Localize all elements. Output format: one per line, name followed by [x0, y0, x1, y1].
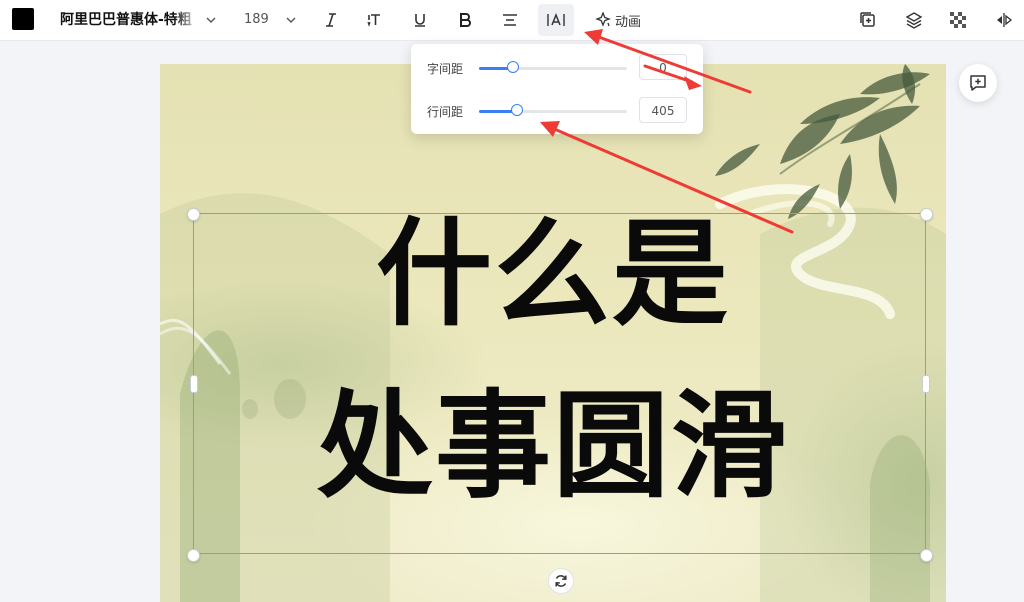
letter-spacing-input[interactable]: 0 [639, 54, 687, 80]
bold-icon[interactable] [454, 0, 476, 40]
resize-handle-bottom-right[interactable] [920, 549, 933, 562]
line-spacing-label: 行间距 [427, 105, 464, 119]
animation-icon [595, 12, 611, 27]
chevron-down-icon[interactable] [282, 0, 300, 40]
underline-icon[interactable] [409, 0, 431, 40]
resize-handle-right[interactable] [922, 375, 930, 393]
rotate-icon [555, 575, 567, 587]
comment-add-icon [970, 75, 986, 91]
animation-button[interactable]: 动画 [590, 0, 646, 40]
chevron-down-icon[interactable] [202, 0, 220, 40]
line-spacing-knob[interactable] [511, 104, 524, 116]
letter-spacing-knob[interactable] [507, 61, 520, 73]
spacing-icon[interactable] [538, 4, 574, 36]
resize-handle-top-left[interactable] [187, 208, 200, 221]
flip-icon[interactable] [992, 0, 1016, 40]
add-comment-button[interactable] [959, 64, 997, 102]
letter-spacing-slider[interactable] [479, 61, 627, 73]
text-transform-icon[interactable] [364, 0, 386, 40]
rotate-button[interactable] [548, 568, 574, 594]
font-size-select[interactable]: 189 [244, 0, 269, 40]
layer-add-icon[interactable] [856, 0, 880, 40]
animation-label: 动画 [614, 14, 641, 30]
spacing-popover: 字间距 0 行间距 405 [411, 44, 703, 134]
resize-handle-top-right[interactable] [920, 208, 933, 221]
text-selection-box[interactable] [193, 213, 926, 554]
letter-spacing-label: 字间距 [427, 62, 464, 76]
text-color-swatch[interactable] [12, 8, 34, 30]
resize-handle-bottom-left[interactable] [187, 549, 200, 562]
resize-handle-left[interactable] [190, 375, 198, 393]
line-spacing-input[interactable]: 405 [639, 97, 687, 123]
align-center-icon[interactable] [499, 0, 521, 40]
top-toolbar: 阿里巴巴普惠体-特粗 189 动画 [0, 0, 1024, 41]
layers-icon[interactable] [902, 0, 926, 40]
line-spacing-slider[interactable] [479, 104, 627, 116]
font-family-select[interactable]: 阿里巴巴普惠体-特粗 [60, 0, 200, 40]
transparency-icon[interactable] [946, 0, 970, 40]
italic-icon[interactable] [320, 0, 342, 40]
